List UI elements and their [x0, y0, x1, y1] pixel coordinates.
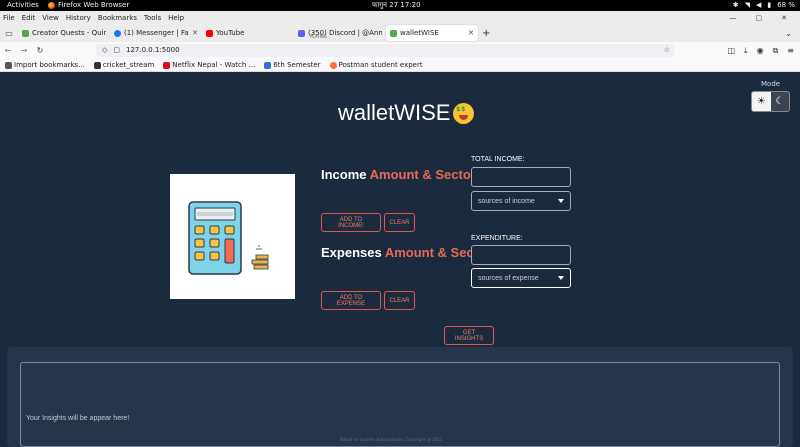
os-top-bar: Activities Firefox Web Browser फागुन 27 … — [0, 0, 800, 11]
battery-icon: ▮ — [767, 1, 772, 9]
bookmark-semester[interactable]: 6th Semester — [264, 61, 321, 69]
total-income-input[interactable] — [471, 167, 571, 187]
clear-expense-button[interactable]: CLEAR — [384, 291, 415, 310]
postman-icon — [329, 61, 337, 69]
income-heading: Income Amount & Sector! — [321, 167, 480, 182]
tab-messenger[interactable]: (1) Messenger | Facebook ✕ — [110, 25, 202, 41]
bookmark-netflix[interactable]: Netflix Nepal - Watch ... — [163, 61, 255, 69]
firefox-icon — [48, 2, 55, 9]
address-bar[interactable]: ◇ ▢ 127.0.0.1:5000 ☆ — [96, 44, 674, 57]
menu-help[interactable]: Help — [168, 14, 184, 22]
tab-creator-quests[interactable]: Creator Quests - Quine — [18, 25, 110, 41]
total-income-label: TOTAL INCOME: — [471, 156, 525, 163]
minimize-icon[interactable]: — — [730, 14, 737, 22]
activities-button[interactable]: Activities — [7, 0, 39, 11]
download-icon[interactable]: ⤓ — [744, 46, 748, 56]
bluetooth-icon: ✱ — [732, 1, 739, 9]
back-icon[interactable]: ← — [0, 46, 16, 55]
import-icon — [5, 61, 12, 69]
forward-icon[interactable]: → — [16, 46, 32, 55]
close-tab-icon[interactable]: ✕ — [468, 29, 474, 37]
volume-icon: ◀ — [755, 1, 762, 9]
tab-favicon — [390, 29, 397, 37]
add-to-income-button[interactable]: ADD TO INCOME! — [321, 213, 381, 232]
hamburger-menu-icon[interactable]: ≡ — [787, 46, 794, 56]
bookmark-cricket[interactable]: cricket_stream — [93, 61, 154, 69]
calculator-illustration — [170, 174, 295, 299]
tab-overview-icon[interactable]: ▭ — [0, 29, 18, 38]
footer-text: Based on income and expenses. Copyright … — [340, 437, 443, 442]
tab-strip: ▭ Creator Quests - Quine (1) Messenger |… — [0, 24, 800, 42]
walletwise-page: Mode ☀ ☾ walletWISE $ $ Income Amount & … — [0, 72, 800, 447]
chevron-down-icon — [558, 276, 564, 280]
calculator-icon — [188, 201, 269, 275]
url-text: 127.0.0.1:5000 — [126, 46, 180, 54]
insights-placeholder: Your Insights will be appear here! — [26, 415, 130, 422]
tab-youtube[interactable]: YouTube — [202, 25, 294, 41]
netflix-icon — [163, 61, 171, 69]
wifi-icon: ◥ — [744, 1, 750, 9]
nav-bar: ← → ↻ ◇ ▢ 127.0.0.1:5000 ☆ ◫ ⤓ ◉ ⧉ ≡ — [0, 42, 800, 59]
sun-icon[interactable]: ☀ — [752, 92, 771, 111]
close-tab-icon[interactable]: ✕ — [192, 29, 198, 37]
mode-toggle[interactable]: ☀ ☾ — [751, 91, 790, 112]
menu-bar: File Edit View History Bookmarks Tools H… — [0, 11, 800, 24]
insights-output[interactable]: Your Insights will be appear here! — [20, 362, 780, 447]
bookmark-star-icon[interactable]: ☆ — [664, 44, 670, 57]
toolbar-right: ◫ ⤓ ◉ ⧉ ≡ — [727, 46, 794, 56]
wand-icon — [93, 61, 101, 69]
tab-list-icon[interactable]: ⌄ — [785, 29, 792, 38]
expenditure-label: EXPENDITURE: — [471, 235, 523, 242]
menu-edit[interactable]: Edit — [22, 14, 36, 22]
insights-panel: Your Insights will be appear here! — [7, 347, 793, 447]
page-info-icon: ▢ — [113, 46, 121, 54]
bookmark-postman[interactable]: Postman student expert — [329, 61, 423, 69]
tab-favicon — [206, 29, 213, 37]
bookmark-import[interactable]: Import bookmarks... — [5, 61, 85, 69]
tab-favicon — [298, 29, 305, 37]
menu-history[interactable]: History — [66, 14, 91, 22]
app-name: Firefox Web Browser — [58, 1, 130, 9]
reload-icon[interactable]: ↻ — [32, 46, 48, 55]
bookmarks-bar: Import bookmarks... cricket_stream Netfl… — [0, 59, 800, 72]
battery-level: 68 % — [777, 1, 795, 9]
menu-tools[interactable]: Tools — [144, 14, 161, 22]
pocket-icon[interactable]: ◫ — [727, 46, 735, 56]
money-face-emoji-icon — [453, 102, 475, 124]
extensions-icon[interactable]: ⧉ — [773, 46, 779, 56]
menu-bookmarks[interactable]: Bookmarks — [98, 14, 137, 22]
expenditure-input[interactable] — [471, 245, 571, 265]
chevron-down-icon — [558, 199, 564, 203]
mode-label: Mode — [761, 80, 781, 88]
semester-icon — [264, 61, 272, 69]
page-title: walletWISE — [338, 100, 475, 126]
add-to-expense-button[interactable]: ADD TO EXPENSE — [321, 291, 381, 310]
account-icon[interactable]: ◉ — [757, 46, 764, 56]
tab-playing-indicator: PLAYING — [310, 34, 327, 39]
system-tray[interactable]: ✱ ◥ ◀ ▮ 68 % — [733, 0, 795, 11]
tab-walletwise[interactable]: walletWISE ✕ — [386, 25, 478, 41]
get-insights-button[interactable]: GET INSIGHTS — [444, 326, 494, 345]
expense-source-select[interactable]: sources of expense — [471, 268, 571, 288]
tab-favicon — [22, 29, 29, 37]
menu-view[interactable]: View — [42, 14, 59, 22]
new-tab-icon[interactable]: + — [482, 28, 490, 39]
close-window-icon[interactable]: ✕ — [781, 14, 787, 22]
income-source-select[interactable]: sources of income — [471, 191, 571, 211]
moon-icon[interactable]: ☾ — [770, 92, 789, 111]
maximize-icon[interactable]: ▢ — [756, 14, 763, 22]
clock[interactable]: फागुन 27 17:20 — [372, 0, 421, 11]
clear-income-button[interactable]: CLEAR — [384, 213, 415, 232]
screen: Activities Firefox Web Browser फागुन 27 … — [0, 0, 800, 447]
menu-file[interactable]: File — [3, 14, 15, 22]
tab-favicon — [114, 29, 121, 37]
tab-discord[interactable]: (350) Discord | @Anmol PLAYING — [294, 25, 386, 41]
window-controls: — ▢ ✕ — [730, 14, 795, 22]
expense-heading: Expenses Amount & Sector! — [321, 245, 495, 260]
app-menu[interactable]: Firefox Web Browser — [48, 0, 129, 11]
shield-icon: ◇ — [102, 46, 108, 54]
